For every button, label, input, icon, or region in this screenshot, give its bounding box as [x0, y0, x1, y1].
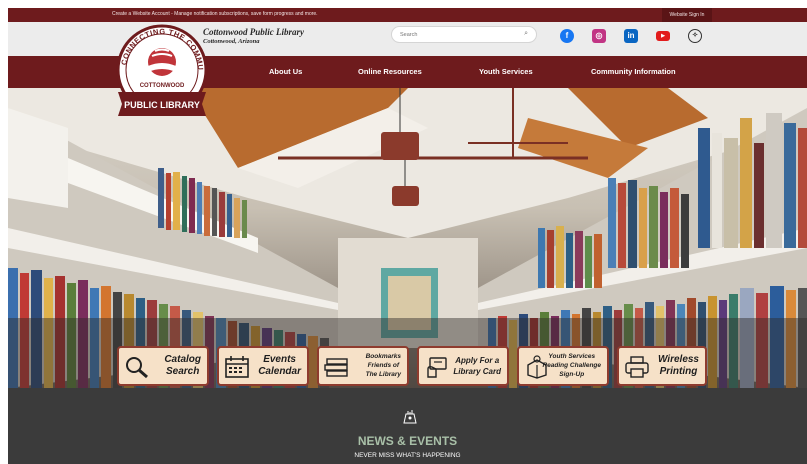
- linkedin-icon[interactable]: in: [624, 29, 638, 43]
- accessibility-icon[interactable]: ✧: [688, 29, 702, 43]
- account-message-text: Manage notification subscriptions, save …: [174, 11, 318, 17]
- create-account-link[interactable]: Create a Website Account -: [112, 11, 174, 17]
- tile-line: Wireless: [657, 354, 699, 365]
- library-logo-seal: CONNECTING THE COMMUNITY COTTONWOOD PUBL…: [109, 15, 208, 116]
- library-logo[interactable]: CONNECTING THE COMMUNITY COTTONWOOD PUBL…: [109, 15, 212, 126]
- library-location: Cottonwood, Arizona: [203, 38, 260, 45]
- bookmarks-friends-tile[interactable]: Bookmarks Friends of The Library: [317, 346, 409, 386]
- facebook-icon[interactable]: f: [560, 29, 574, 43]
- tile-line: Apply For a: [455, 356, 500, 365]
- apply-library-card-label: Apply For a Library Card: [453, 355, 501, 377]
- tile-line: Library Card: [453, 367, 501, 376]
- catalog-search-tile[interactable]: Catalog Search: [117, 346, 209, 386]
- nav-online-resources[interactable]: Online Resources: [358, 67, 422, 76]
- library-title[interactable]: Cottonwood Public Library Cottonwood, Ar…: [203, 27, 304, 47]
- tile-line: Printing: [659, 366, 698, 377]
- bookmarks-friends-label: Bookmarks Friends of The Library: [366, 352, 401, 379]
- tile-line: Bookmarks: [365, 353, 401, 360]
- tile-line: Reading Challenge: [542, 362, 601, 369]
- account-message[interactable]: Create a Website Account - Manage notifi…: [112, 11, 318, 17]
- tile-line: Search: [165, 366, 200, 377]
- page-frame: Create a Website Account - Manage notifi…: [8, 8, 807, 464]
- library-name: Cottonwood Public Library: [203, 27, 305, 37]
- hero-library-image: [8, 88, 807, 388]
- calendar-icon: [225, 356, 249, 378]
- tile-line: Youth Services: [548, 353, 596, 360]
- instagram-icon[interactable]: ◎: [592, 29, 606, 43]
- youth-reading-challenge-tile[interactable]: Youth Services Reading Challenge Sign-Up: [517, 346, 609, 386]
- youth-reading-challenge-label: Youth Services Reading Challenge Sign-Up: [542, 352, 601, 379]
- logo-middle-text: COTTONWOOD: [140, 83, 185, 89]
- youtube-icon[interactable]: ▶: [656, 31, 670, 41]
- library-interior-illustration: [8, 88, 807, 388]
- wireless-printing-label: Wireless Printing: [658, 354, 699, 378]
- nav-about-us[interactable]: About Us: [269, 67, 302, 76]
- catalog-search-label: Catalog Search: [164, 354, 201, 378]
- library-card-icon: [427, 357, 447, 378]
- tile-line: Events: [263, 354, 296, 365]
- tile-line: Sign-Up: [559, 371, 585, 378]
- search-box[interactable]: ⌕: [391, 26, 537, 43]
- search-icon[interactable]: ⌕: [524, 30, 528, 38]
- events-calendar-label: Events Calendar: [258, 354, 301, 378]
- news-events-heading: NEWS & EVENTS: [357, 434, 458, 448]
- nav-community-information[interactable]: Community Information: [591, 67, 676, 76]
- tile-line: Catalog: [164, 354, 201, 365]
- books-icon: [324, 358, 348, 377]
- apply-library-card-tile[interactable]: Apply For a Library Card: [417, 346, 509, 386]
- magnifier-icon: [126, 357, 148, 379]
- tile-line: Calendar: [258, 366, 301, 377]
- search-input[interactable]: [400, 30, 510, 40]
- news-events-subheading: NEVER MISS WHAT'S HAPPENING: [354, 452, 461, 459]
- news-events-icon: [403, 410, 417, 424]
- logo-banner-text: PUBLIC LIBRARY: [124, 100, 200, 110]
- nav-youth-services[interactable]: Youth Services: [479, 67, 533, 76]
- top-utility-bar: Create a Website Account - Manage notifi…: [8, 8, 807, 22]
- website-sign-in-button[interactable]: Website Sign In: [662, 8, 712, 22]
- tile-line: The Library: [365, 371, 401, 378]
- tile-line: Friends of: [367, 362, 399, 369]
- wireless-printing-tile[interactable]: Wireless Printing: [617, 346, 707, 386]
- printer-icon: [625, 356, 649, 378]
- events-calendar-tile[interactable]: Events Calendar: [217, 346, 309, 386]
